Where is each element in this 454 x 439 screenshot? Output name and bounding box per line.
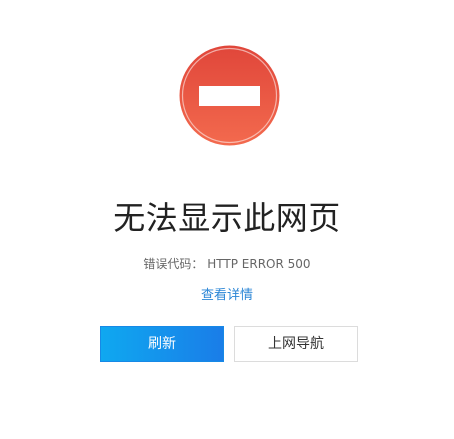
web-navigation-button[interactable]: 上网导航 (234, 326, 358, 362)
view-details-link[interactable]: 查看详情 (0, 287, 454, 305)
refresh-button[interactable]: 刷新 (100, 326, 224, 362)
error-code: 错误代码： HTTP ERROR 500 (0, 256, 454, 272)
error-page: 无法显示此网页 错误代码： HTTP ERROR 500 查看详情 刷新 上网导… (0, 0, 454, 439)
error-code-label: 错误代码： (143, 257, 204, 271)
page-title: 无法显示此网页 (113, 199, 341, 237)
stop-icon (178, 44, 281, 147)
error-code-value: HTTP ERROR 500 (207, 257, 311, 271)
